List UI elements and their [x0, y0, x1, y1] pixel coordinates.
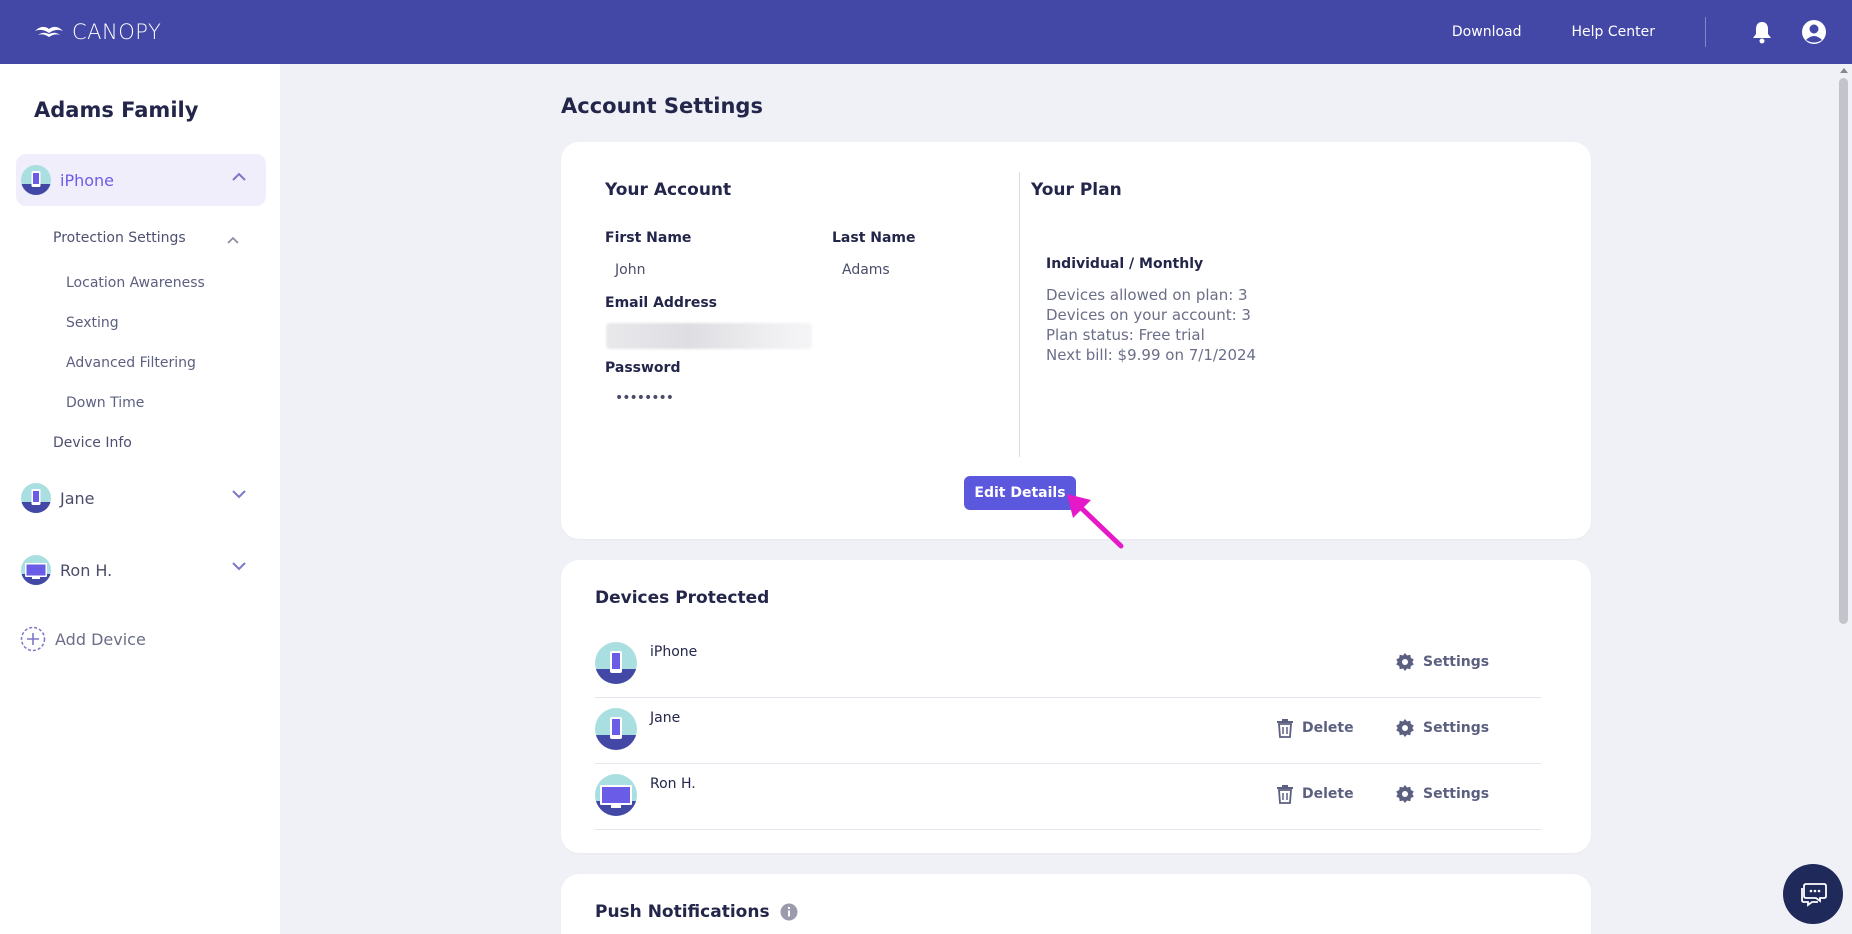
- canopy-logo-icon: [35, 26, 63, 37]
- password-value: ••••••••: [615, 390, 674, 406]
- plan-devices-on-account: Devices on your account: 3: [1046, 306, 1251, 324]
- device-row: Ron H. Delete Settings: [595, 764, 1541, 830]
- sidebar-item-down-time[interactable]: Down Time: [66, 395, 144, 411]
- sidebar: Adams Family iPhone Protection Settings …: [0, 64, 280, 934]
- sidebar-item-location-awareness[interactable]: Location Awareness: [66, 275, 205, 291]
- user-account-icon[interactable]: [1800, 18, 1828, 46]
- delete-label: Delete: [1302, 720, 1354, 736]
- devices-protected-title: Devices Protected: [595, 588, 770, 608]
- gear-icon: [1396, 785, 1414, 803]
- annotation-arrow-icon: [1067, 494, 1124, 549]
- add-circle-icon: [20, 626, 46, 652]
- sidebar-device-name: Ron H.: [60, 560, 113, 580]
- last-name-label: Last Name: [832, 230, 916, 246]
- your-account-title: Your Account: [605, 180, 732, 200]
- top-bar: CANOPY Download Help Center: [0, 0, 1852, 64]
- plan-next-bill: Next bill: $9.99 on 7/1/2024: [1046, 346, 1257, 364]
- settings-label: Settings: [1423, 786, 1490, 802]
- card-divider: [1019, 172, 1020, 457]
- push-notifications-title: Push Notifications: [595, 902, 798, 922]
- sidebar-item-protection-settings[interactable]: Protection Settings: [53, 230, 186, 246]
- settings-button[interactable]: Settings: [1395, 784, 1489, 804]
- logo-text: CANOPY: [72, 20, 162, 44]
- plan-devices-allowed: Devices allowed on plan: 3: [1046, 286, 1248, 304]
- chevron-down-icon[interactable]: [232, 490, 246, 499]
- phone-avatar-icon: [595, 708, 637, 750]
- sidebar-item-device-info[interactable]: Device Info: [53, 435, 132, 451]
- chevron-up-icon[interactable]: [227, 236, 239, 244]
- last-name-value: Adams: [842, 262, 890, 278]
- info-icon[interactable]: [780, 903, 798, 921]
- gear-icon: [1396, 719, 1414, 737]
- delete-button[interactable]: Delete: [1276, 718, 1354, 738]
- devices-protected-card: Devices Protected iPhone Settings Jane D…: [561, 560, 1591, 853]
- top-nav: Download Help Center: [1452, 0, 1852, 64]
- page-scrollbar[interactable]: [1835, 64, 1852, 934]
- sidebar-item-iphone[interactable]: iPhone: [16, 154, 266, 206]
- sidebar-device-name: iPhone: [60, 170, 115, 190]
- phone-avatar-icon: [21, 165, 51, 195]
- add-device-label: Add Device: [55, 629, 146, 649]
- phone-avatar-icon: [21, 483, 51, 513]
- sidebar-item-jane[interactable]: Jane: [16, 472, 266, 524]
- gear-icon: [1396, 653, 1414, 671]
- account-plan-card: Your Account First Name John Last Name A…: [561, 142, 1591, 549]
- your-plan-title: Your Plan: [1031, 180, 1122, 200]
- first-name-value: John: [615, 262, 646, 278]
- help-center-link[interactable]: Help Center: [1572, 24, 1656, 40]
- trash-icon: [1277, 719, 1293, 738]
- download-link[interactable]: Download: [1452, 24, 1522, 40]
- delete-label: Delete: [1302, 786, 1354, 802]
- email-label: Email Address: [605, 295, 718, 311]
- device-name: Jane: [650, 710, 681, 726]
- first-name-label: First Name: [605, 230, 692, 246]
- device-name: Ron H.: [650, 776, 696, 792]
- settings-label: Settings: [1423, 720, 1490, 736]
- scroll-thumb[interactable]: [1839, 78, 1848, 624]
- chat-bubble-icon: [1801, 883, 1827, 907]
- settings-label: Settings: [1423, 654, 1490, 670]
- settings-button[interactable]: Settings: [1395, 718, 1489, 738]
- page-title: Account Settings: [561, 94, 763, 118]
- chat-widget-button[interactable]: [1783, 864, 1843, 924]
- sidebar-item-advanced-filtering[interactable]: Advanced Filtering: [66, 355, 196, 371]
- sidebar-device-name: Jane: [60, 488, 95, 508]
- computer-avatar-icon: [595, 774, 637, 816]
- nav-divider: [1705, 17, 1706, 47]
- edit-details-button[interactable]: Edit Details: [964, 476, 1076, 510]
- canopy-logo[interactable]: CANOPY: [34, 20, 161, 44]
- trash-icon: [1277, 785, 1293, 804]
- plan-name: Individual / Monthly: [1046, 256, 1204, 272]
- phone-avatar-icon: [595, 642, 637, 684]
- scroll-up-arrow-icon[interactable]: [1840, 68, 1848, 73]
- device-row: Jane Delete Settings: [595, 698, 1541, 764]
- device-row: iPhone Settings: [595, 632, 1541, 698]
- chevron-down-icon[interactable]: [232, 562, 246, 571]
- plan-status: Plan status: Free trial: [1046, 326, 1205, 344]
- email-value-redacted: [606, 323, 812, 349]
- push-notifications-label: Push Notifications: [595, 902, 770, 922]
- password-label: Password: [605, 360, 681, 376]
- computer-avatar-icon: [21, 555, 51, 585]
- family-name: Adams Family: [34, 98, 199, 122]
- sidebar-item-ron[interactable]: Ron H.: [16, 544, 266, 596]
- bell-icon[interactable]: [1748, 18, 1776, 46]
- settings-button[interactable]: Settings: [1395, 652, 1489, 672]
- delete-button[interactable]: Delete: [1276, 784, 1354, 804]
- push-notifications-card: Push Notifications: [561, 874, 1591, 934]
- device-name: iPhone: [650, 644, 698, 660]
- sidebar-item-sexting[interactable]: Sexting: [66, 315, 119, 331]
- chevron-up-icon[interactable]: [232, 172, 246, 181]
- add-device-button[interactable]: Add Device: [20, 626, 146, 652]
